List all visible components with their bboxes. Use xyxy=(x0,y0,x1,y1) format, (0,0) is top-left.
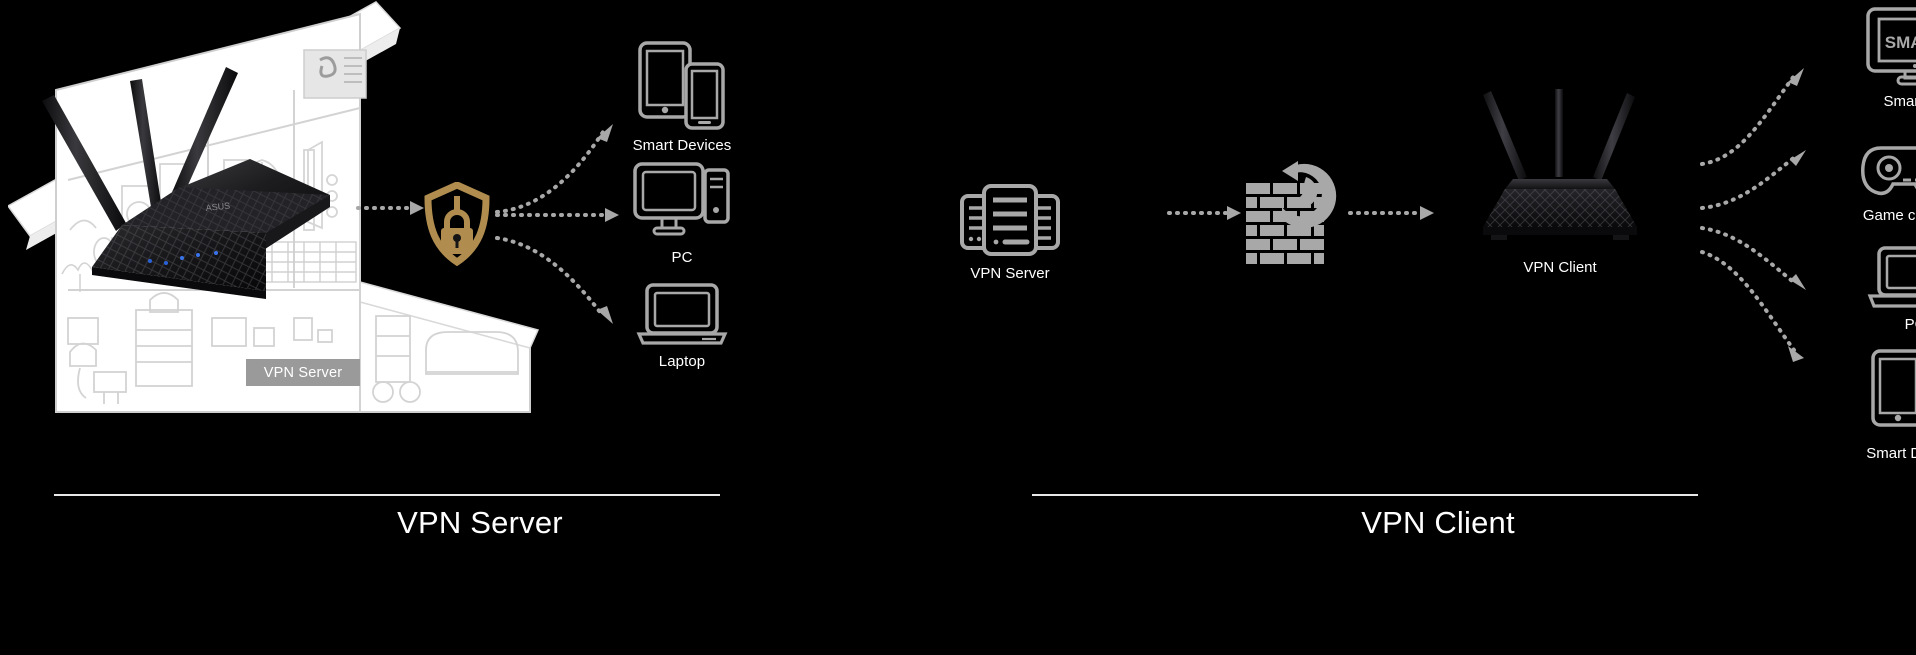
brick-wall-globe-icon xyxy=(1246,161,1337,264)
device-label: Game consoles xyxy=(1862,207,1916,224)
device-label: Smart Devices xyxy=(632,137,732,154)
device-smart-devices: Smart Devices xyxy=(612,40,752,154)
remote-vpn-server: VPN Server xyxy=(865,182,1155,282)
vpn-server-panel: VPN Server ASUS Smart Devices PC Laptop … xyxy=(0,0,960,655)
device-smart-tv: SMART Smart TV xyxy=(1825,6,1916,110)
left-caption-rule xyxy=(54,494,720,496)
smart-tv-screen-text: SMART xyxy=(1885,33,1916,52)
device-label: Laptop xyxy=(658,353,706,370)
vpn-client-router-label: VPN Client xyxy=(1523,259,1597,276)
device-smart-devices-right: Smart Devices xyxy=(1825,348,1916,462)
arrow-client-to-game-consoles xyxy=(1700,132,1830,224)
right-caption-title: VPN Client xyxy=(1361,505,1515,540)
firewall-icon xyxy=(1240,125,1360,270)
device-label: Smart TV xyxy=(1883,93,1916,110)
vpn-diagram-canvas: VPN Server ASUS Smart Devices PC Laptop … xyxy=(0,0,1916,655)
arrow-shield-to-laptop xyxy=(495,232,625,337)
vpn-client-panel: VPN Server VPN Client SM Sma Game c P Sm… xyxy=(960,0,1916,655)
arrow-shield-to-pc xyxy=(495,205,625,225)
arrow-router-to-shield xyxy=(356,198,428,218)
device-label: PC xyxy=(671,249,693,266)
house-vpn-server-badge: VPN Server xyxy=(246,359,360,386)
server-stack-icon xyxy=(960,184,1060,256)
device-pc: PC xyxy=(612,160,752,266)
arrow-server-to-firewall xyxy=(1167,203,1247,223)
device-pc-right: PC xyxy=(1825,245,1916,333)
shield-lock-icon xyxy=(424,181,490,267)
device-label: Smart Devices xyxy=(1866,445,1916,462)
device-game-consoles: Game consoles xyxy=(1825,122,1916,224)
tablet-and-phone-icon xyxy=(638,41,725,130)
left-caption-title: VPN Server xyxy=(397,505,563,540)
smart-tv-icon: SMART xyxy=(1866,7,1916,86)
house-vpn-server-badge-label: VPN Server xyxy=(263,364,343,381)
wifi-router-photo xyxy=(1483,89,1637,240)
right-caption-rule xyxy=(1032,494,1698,496)
device-laptop: Laptop xyxy=(612,282,752,370)
arrow-client-to-smart-devices xyxy=(1700,240,1830,370)
remote-vpn-server-label: VPN Server xyxy=(970,265,1050,282)
game-controller-icon xyxy=(1861,146,1916,196)
vpn-client-router: VPN Client xyxy=(1415,85,1705,276)
desktop-computer-icon xyxy=(633,162,730,236)
laptop-icon xyxy=(636,283,728,345)
laptop-icon xyxy=(1867,246,1916,308)
device-label: PC xyxy=(1904,316,1916,333)
tablet-and-phone-icon xyxy=(1871,349,1916,427)
wifi-router-device: ASUS xyxy=(30,55,360,299)
